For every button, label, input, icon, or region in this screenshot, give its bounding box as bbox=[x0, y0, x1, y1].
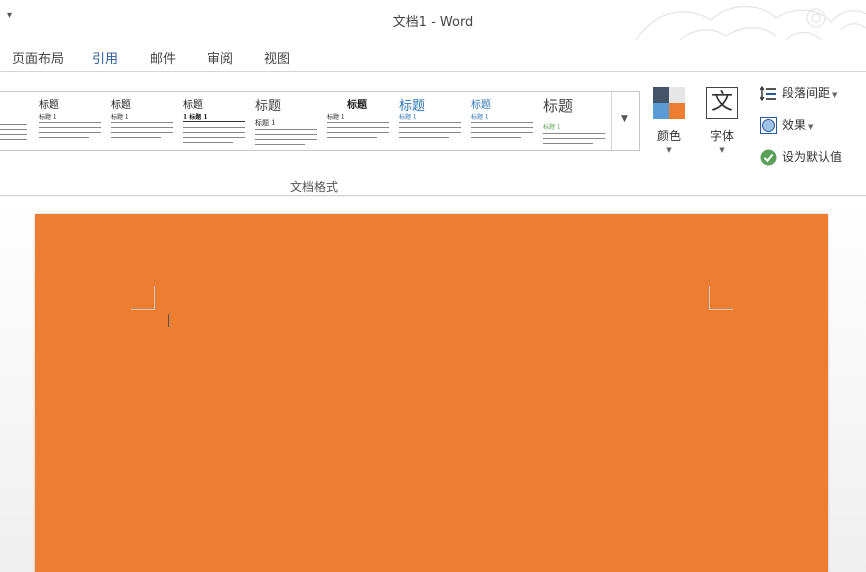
chevron-down-icon: ▼ bbox=[832, 91, 838, 99]
thumbnail-heading: 标题 1 bbox=[471, 114, 489, 121]
font-glyph-icon: 文 bbox=[706, 87, 738, 119]
text-cursor bbox=[168, 314, 170, 327]
thumbnail-heading: 标题 1 bbox=[399, 114, 417, 121]
set-as-default-button[interactable]: 设为默认值 bbox=[760, 148, 842, 170]
style-set-thumbnail[interactable]: 标题 标题 1 bbox=[467, 92, 539, 150]
ribbon-panel: 标题 标题 1 标题 标题 1 标题 1 标题 1 标题 标题 1 标题 标题 … bbox=[0, 72, 866, 196]
style-set-thumbnail[interactable]: 标题 标题 1 bbox=[251, 92, 323, 150]
paragraph-spacing-button[interactable]: 段落间距 ▼ bbox=[760, 84, 837, 106]
thumbnail-heading: 1 标题 1 bbox=[183, 114, 208, 121]
thumbnail-title: 标题 bbox=[111, 100, 131, 111]
theme-fonts-button[interactable]: 文 字体 ▼ bbox=[702, 87, 742, 167]
style-set-thumbnail-partial[interactable] bbox=[0, 92, 33, 150]
style-set-thumbnail[interactable]: 标题 标题 1 bbox=[539, 92, 611, 150]
thumbnail-heading: 标题 1 bbox=[543, 124, 561, 131]
title-bar: ▾ 文档1 - Word bbox=[0, 0, 866, 45]
margin-crop-mark-left bbox=[131, 286, 155, 310]
tab-page-layout[interactable]: 页面布局 bbox=[12, 48, 64, 67]
thumbnail-heading: 标题 1 bbox=[255, 119, 276, 127]
style-set-thumbnail[interactable]: 标题 标题 1 bbox=[323, 92, 395, 150]
chevron-down-icon: ▼ bbox=[719, 146, 725, 154]
effects-button[interactable]: 效果 ▼ bbox=[760, 116, 813, 138]
thumbnail-title: 标题 bbox=[183, 100, 203, 111]
tab-review[interactable]: 审阅 bbox=[207, 48, 233, 67]
thumbnail-title: 标题 bbox=[471, 100, 491, 111]
thumbnail-title: 标题 bbox=[543, 97, 574, 115]
style-set-thumbnail[interactable]: 标题 1 标题 1 bbox=[179, 92, 251, 150]
style-set-gallery: 标题 标题 1 标题 标题 1 标题 1 标题 1 标题 标题 1 标题 标题 … bbox=[0, 91, 640, 151]
word-window: ▾ 文档1 - Word 页面布局 引用 邮件 审阅 视图 标题 标题 1 标题… bbox=[0, 0, 866, 572]
chevron-down-icon: ▼ bbox=[666, 146, 672, 154]
thumbnail-heading: 标题 1 bbox=[327, 114, 345, 121]
theme-fonts-label: 字体 bbox=[709, 129, 734, 143]
effects-icon bbox=[760, 117, 777, 134]
color-palette-icon bbox=[653, 87, 685, 119]
tab-view[interactable]: 视图 bbox=[264, 48, 290, 67]
style-set-thumbnail[interactable]: 标题 标题 1 bbox=[35, 92, 107, 150]
tab-mailings[interactable]: 邮件 bbox=[150, 48, 176, 67]
theme-colors-label: 颜色 bbox=[656, 129, 681, 143]
thumbnail-heading: 标题 1 bbox=[39, 114, 57, 121]
theme-colors-button[interactable]: 颜色 ▼ bbox=[650, 87, 688, 167]
style-set-thumbnail[interactable]: 标题 标题 1 bbox=[395, 92, 467, 150]
group-label-document-formatting: 文档格式 bbox=[290, 180, 339, 194]
chevron-down-icon: ▼ bbox=[808, 123, 814, 131]
gallery-more-button[interactable]: ▼ bbox=[611, 92, 639, 150]
thumbnail-title: 标题 bbox=[347, 100, 367, 111]
effects-label: 效果 bbox=[782, 118, 807, 132]
paragraph-spacing-label: 段落间距 bbox=[782, 86, 831, 100]
checkmark-icon bbox=[760, 149, 777, 166]
margin-crop-mark-right bbox=[709, 286, 733, 310]
thumbnail-title: 标题 bbox=[255, 99, 282, 114]
style-set-thumbnail[interactable]: 标题 标题 1 bbox=[107, 92, 179, 150]
set-as-default-label: 设为默认值 bbox=[782, 150, 843, 164]
document-canvas bbox=[0, 197, 866, 572]
paragraph-spacing-icon bbox=[760, 85, 776, 102]
document-page[interactable] bbox=[35, 214, 828, 572]
thumbnail-heading: 标题 1 bbox=[111, 114, 129, 121]
thumbnail-title: 标题 bbox=[39, 100, 59, 111]
chevron-down-icon: ▼ bbox=[621, 114, 628, 124]
ribbon-tab-bar: 页面布局 引用 邮件 审阅 视图 bbox=[0, 40, 866, 72]
tab-references[interactable]: 引用 bbox=[92, 48, 118, 67]
